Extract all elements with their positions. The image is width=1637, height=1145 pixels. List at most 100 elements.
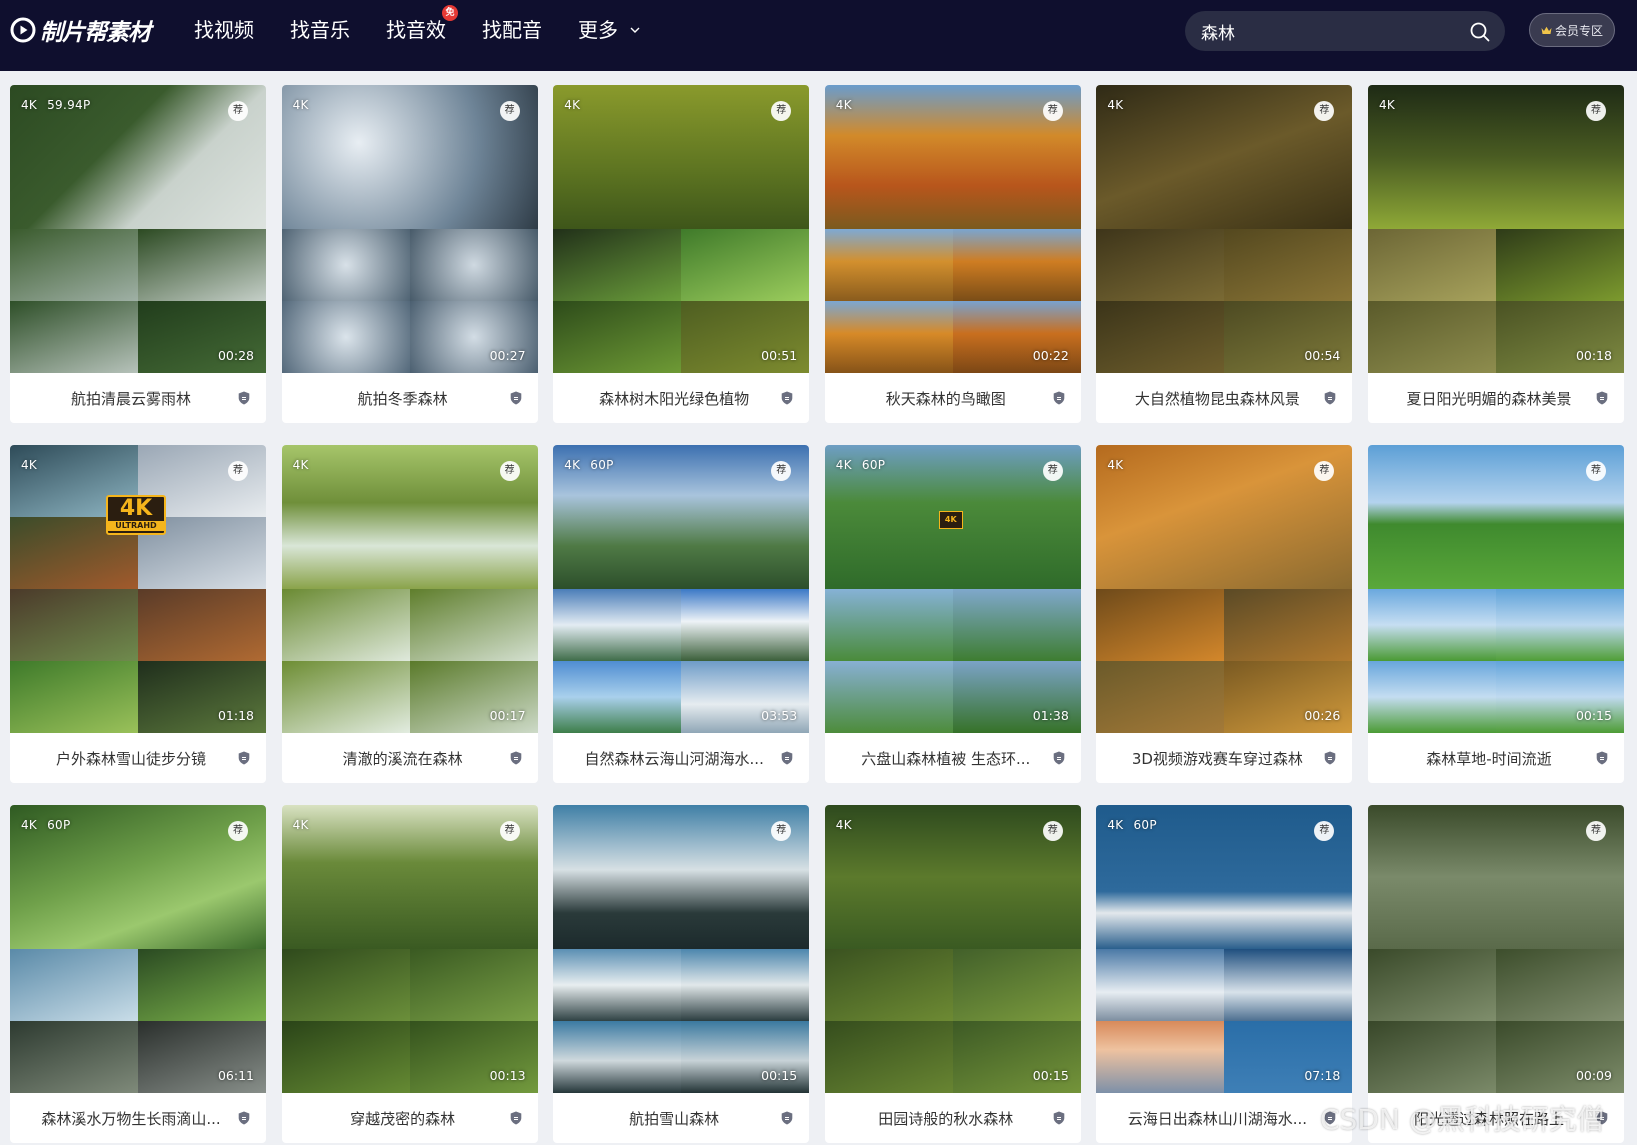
card-title-bar: 自然森林云海山河湖海水... (553, 733, 809, 783)
video-title[interactable]: 森林树木阳光绿色植物 (599, 388, 749, 409)
vip-zone-button[interactable]: 会员专区 (1529, 13, 1615, 47)
video-title[interactable]: 自然森林云海山河湖海水... (585, 748, 764, 769)
copyright-shield-icon[interactable] (1596, 391, 1608, 405)
video-card[interactable]: 4K 荐 4K ULTRAHD 01:18 户外森林雪山徒步分镜 (10, 445, 266, 783)
card-title-bar: 云海日出森林山川湖海水... (1096, 1093, 1352, 1143)
video-thumbnail[interactable]: 4K 59.94P 荐 00:28 (10, 85, 266, 373)
copyright-shield-icon[interactable] (238, 1111, 250, 1125)
video-title[interactable]: 户外森林雪山徒步分镜 (56, 748, 206, 769)
nav-label: 找音效 (386, 18, 446, 42)
resolution-tags: 4K (293, 98, 309, 112)
thumbnail-frame (824, 589, 953, 661)
copyright-shield-icon[interactable] (238, 751, 250, 765)
video-card[interactable]: 荐 00:15 航拍雪山森林 (553, 805, 810, 1143)
video-thumbnail[interactable]: 4K 荐 00:22 (824, 85, 1081, 373)
search-icon[interactable] (1469, 21, 1491, 43)
copyright-shield-icon[interactable] (238, 391, 250, 405)
video-card[interactable]: 4K 荐 00:15 田园诗般的秋水森林 (824, 805, 1081, 1143)
thumbnail-frame (1096, 1021, 1225, 1093)
video-card[interactable]: 4K 60P 荐 03:53 自然森林云海山河湖海水... (553, 445, 810, 783)
thumbnail-frame (553, 301, 682, 373)
video-thumbnail[interactable]: 荐 00:09 (1367, 805, 1624, 1093)
video-title[interactable]: 航拍清晨云雾雨林 (71, 388, 191, 409)
video-thumbnail[interactable]: 4K 荐 4K ULTRAHD 01:18 (10, 445, 266, 733)
video-card[interactable]: 荐 00:15 森林草地-时间流逝 (1367, 445, 1624, 783)
video-card[interactable]: 4K 60P 荐 07:18 云海日出森林山川湖海水... (1096, 805, 1353, 1143)
copyright-shield-icon[interactable] (1596, 751, 1608, 765)
copyright-shield-icon[interactable] (510, 751, 522, 765)
video-thumbnail[interactable]: 4K 荐 00:26 (1096, 445, 1353, 733)
video-title[interactable]: 清澈的溪流在森林 (343, 748, 463, 769)
nav-more[interactable]: 更多 (578, 17, 640, 43)
video-thumbnail[interactable]: 4K 荐 00:13 (281, 805, 538, 1093)
video-title[interactable]: 云海日出森林山川湖海水... (1128, 1108, 1307, 1129)
copyright-shield-icon[interactable] (1053, 1111, 1065, 1125)
nav-find-music[interactable]: 找音乐 (290, 17, 350, 43)
thumbnail-frame (1367, 301, 1496, 373)
card-title-bar: 清澈的溪流在森林 (282, 733, 538, 783)
resolution-tag: 4K (1107, 458, 1124, 472)
video-card[interactable]: 4K 荐 00:27 航拍冬季森林 (281, 85, 538, 423)
search-input[interactable] (1201, 11, 1461, 51)
video-title[interactable]: 田园诗般的秋水森林 (878, 1108, 1013, 1129)
video-title[interactable]: 六盘山森林植被 生态环... (861, 748, 1030, 769)
video-thumbnail[interactable]: 4K 60P 荐 03:53 (553, 445, 810, 733)
video-thumbnail[interactable]: 4K 60P 荐 07:18 (1096, 805, 1353, 1093)
video-thumbnail[interactable]: 4K 荐 00:17 (281, 445, 538, 733)
video-thumbnail[interactable]: 荐 00:15 (1367, 445, 1624, 733)
video-title[interactable]: 森林溪水万物生长雨滴山... (41, 1108, 220, 1129)
copyright-shield-icon[interactable] (781, 751, 793, 765)
video-card[interactable]: 4K 荐 00:26 3D视频游戏赛车穿过森林 (1096, 445, 1353, 783)
video-title[interactable]: 穿越茂密的森林 (350, 1108, 455, 1129)
video-card[interactable]: 荐 00:09 阳光透过森林照在路上 (1367, 805, 1624, 1143)
video-thumbnail[interactable]: 4K 荐 00:15 (824, 805, 1081, 1093)
video-thumbnail[interactable]: 4K 荐 00:27 (281, 85, 538, 373)
video-duration: 00:51 (761, 348, 798, 363)
video-card[interactable]: 4K 荐 00:22 秋天森林的鸟瞰图 (824, 85, 1081, 423)
resolution-tag: 60P (1133, 818, 1157, 832)
copyright-shield-icon[interactable] (781, 1111, 793, 1125)
vip-label: 会员专区 (1554, 23, 1603, 38)
video-thumbnail[interactable]: 4K 荐 00:18 (1367, 85, 1624, 373)
video-duration: 00:54 (1304, 348, 1341, 363)
video-title[interactable]: 航拍雪山森林 (629, 1108, 719, 1129)
thumbnail-frame (1367, 589, 1496, 661)
video-card[interactable]: 4K 荐 00:13 穿越茂密的森林 (281, 805, 538, 1143)
video-title[interactable]: 航拍冬季森林 (358, 388, 448, 409)
thumbnail-frame (281, 589, 410, 661)
video-title[interactable]: 夏日阳光明媚的森林美景 (1406, 388, 1571, 409)
video-card[interactable]: 4K 荐 00:54 大自然植物昆虫森林风景 (1096, 85, 1353, 423)
video-title[interactable]: 秋天森林的鸟瞰图 (886, 388, 1006, 409)
copyright-shield-icon[interactable] (1053, 751, 1065, 765)
video-title[interactable]: 3D视频游戏赛车穿过森林 (1132, 748, 1303, 769)
copyright-shield-icon[interactable] (510, 1111, 522, 1125)
thumbnail-frame (1096, 589, 1225, 661)
site-logo[interactable]: 制片帮素材 (10, 14, 151, 46)
video-thumbnail[interactable]: 4K 60P 荐 06:11 (10, 805, 266, 1093)
video-title[interactable]: 森林草地-时间流逝 (1426, 748, 1551, 769)
nav-find-sfx[interactable]: 找音效 免 (386, 5, 458, 43)
nav-find-video[interactable]: 找视频 (194, 17, 254, 43)
video-card[interactable]: 4K 59.94P 荐 00:28 航拍清晨云雾雨林 (10, 85, 266, 423)
copyright-shield-icon[interactable] (781, 391, 793, 405)
copyright-shield-icon[interactable] (1324, 751, 1336, 765)
video-thumbnail[interactable]: 4K 荐 00:51 (553, 85, 810, 373)
video-card[interactable]: 4K 荐 00:18 夏日阳光明媚的森林美景 (1367, 85, 1624, 423)
resolution-tags: 4K 60P (564, 458, 614, 472)
video-thumbnail[interactable]: 荐 00:15 (553, 805, 810, 1093)
thumbnail-frame (138, 949, 266, 1021)
copyright-shield-icon[interactable] (510, 391, 522, 405)
video-card[interactable]: 4K 60P 荐 4K 01:38 六盘山森林植被 生态环... (824, 445, 1081, 783)
copyright-shield-icon[interactable] (1324, 391, 1336, 405)
video-card[interactable]: 4K 荐 00:17 清澈的溪流在森林 (281, 445, 538, 783)
video-thumbnail[interactable]: 4K 荐 00:54 (1096, 85, 1353, 373)
copyright-shield-icon[interactable] (1053, 391, 1065, 405)
video-title[interactable]: 大自然植物昆虫森林风景 (1135, 388, 1300, 409)
thumbnail-frame (952, 589, 1081, 661)
thumbnail-frame (1096, 949, 1225, 1021)
video-card[interactable]: 4K 荐 00:51 森林树木阳光绿色植物 (553, 85, 810, 423)
video-card[interactable]: 4K 60P 荐 06:11 森林溪水万物生长雨滴山... (10, 805, 266, 1143)
nav-find-voiceover[interactable]: 找配音 (482, 17, 542, 43)
thumbnail-frame (952, 229, 1081, 301)
video-thumbnail[interactable]: 4K 60P 荐 4K 01:38 (824, 445, 1081, 733)
